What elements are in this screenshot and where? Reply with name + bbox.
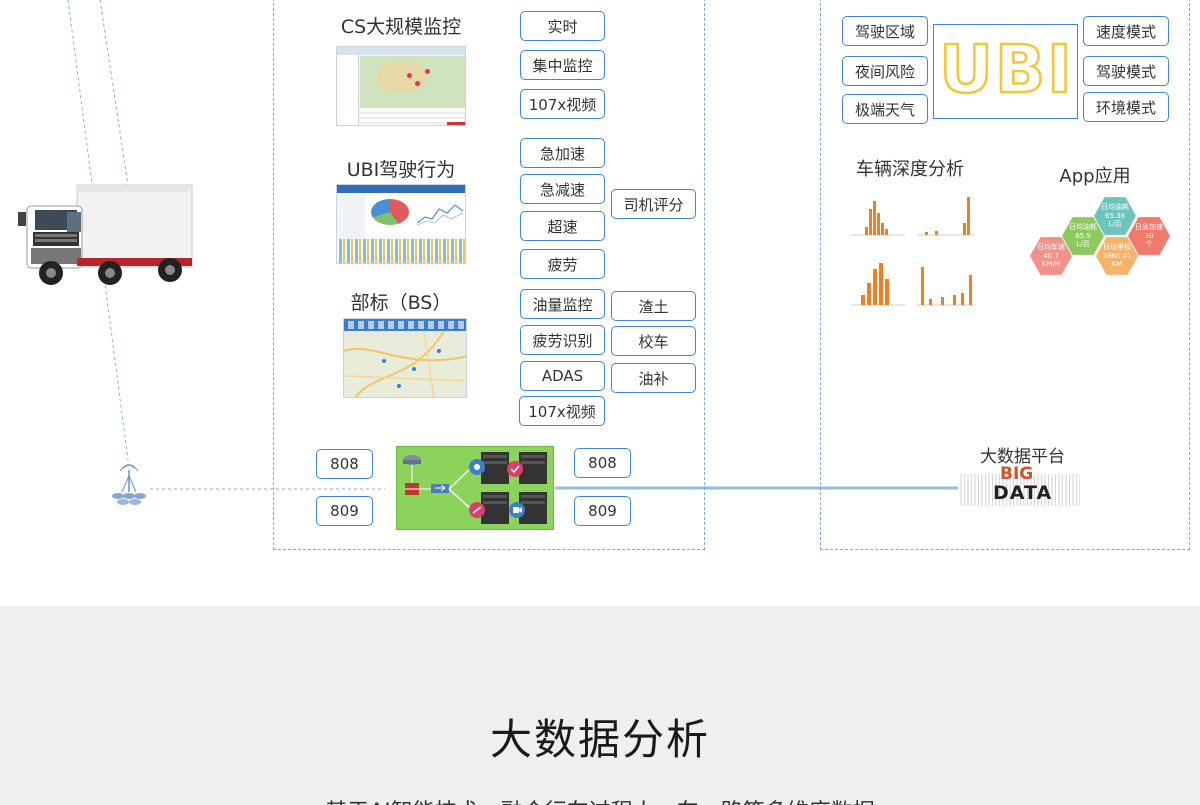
big-data-word-data: DATA bbox=[993, 482, 1053, 504]
big-data-word-big: BIG bbox=[1000, 464, 1034, 484]
cs-section-title: CS大规模监控 bbox=[340, 16, 462, 38]
tag-school-bus: 校车 bbox=[611, 326, 696, 356]
tag-environment-mode: 环境模式 bbox=[1083, 92, 1169, 122]
tag-video-bs: 107x视频 bbox=[519, 396, 605, 426]
bs-section-title: 部标（BS） bbox=[350, 292, 452, 314]
shield-icon bbox=[469, 502, 485, 518]
gear-icon bbox=[469, 459, 485, 475]
vehicle-analysis-charts bbox=[845, 183, 980, 323]
ubi-dashboard-screenshot bbox=[336, 184, 466, 264]
port-808-left: 808 bbox=[316, 449, 373, 479]
tag-extreme-weather: 极端天气 bbox=[842, 94, 928, 124]
tag-fuel-monitoring: 油量监控 bbox=[520, 289, 605, 319]
app-title: App应用 bbox=[1059, 166, 1131, 187]
ubi-box: UBI bbox=[933, 24, 1078, 119]
tag-fatigue: 疲劳 bbox=[520, 249, 605, 279]
big-data-logo: BIG DATA bbox=[960, 464, 1080, 514]
tag-hard-acceleration: 急加速 bbox=[520, 138, 605, 168]
port-808-right: 808 bbox=[574, 448, 631, 478]
tag-hard-braking: 急减速 bbox=[520, 174, 605, 204]
video-icon bbox=[509, 502, 525, 518]
tag-fuel-subsidy: 油补 bbox=[611, 363, 696, 393]
ubi-logo: UBI bbox=[938, 30, 1074, 110]
router-icon bbox=[403, 455, 421, 465]
tag-adas: ADAS bbox=[520, 361, 605, 391]
port-809-right: 809 bbox=[574, 496, 631, 526]
antenna-icon bbox=[108, 462, 150, 510]
tag-muck-truck: 渣土 bbox=[611, 291, 696, 321]
port-809-left: 809 bbox=[316, 496, 373, 526]
tag-speeding: 超速 bbox=[520, 211, 605, 241]
app-hex-cluster: 日均油耗 65.38 L/百 日急加速 30 个 日均油耗 65.9 L/百 日均车速 40.… bbox=[1030, 195, 1170, 305]
section-subtext: 基于AI智能技术，融合行车过程人、车、路等多维度数据 bbox=[0, 794, 1200, 805]
tag-driving-area: 驾驶区域 bbox=[842, 16, 928, 46]
section-heading: 大数据分析 bbox=[489, 715, 710, 764]
tag-central-monitoring: 集中监控 bbox=[520, 50, 605, 80]
ubi-section-title: UBI驾驶行为 bbox=[346, 159, 456, 181]
tag-driving-mode: 驾驶模式 bbox=[1083, 56, 1169, 86]
network-topology bbox=[396, 446, 554, 530]
tag-night-risk: 夜间风险 bbox=[842, 56, 928, 86]
shield-icon bbox=[507, 461, 523, 477]
bottom-section: 大数据分析 基于AI智能技术，融合行车过程人、车、路等多维度数据 bbox=[0, 606, 1200, 805]
cs-monitor-screenshot bbox=[336, 46, 466, 126]
switch-icon bbox=[431, 484, 449, 493]
tag-speed-mode: 速度模式 bbox=[1083, 16, 1169, 46]
vehicle-analysis-title: 车辆深度分析 bbox=[856, 159, 964, 180]
tag-video-cs: 107x视频 bbox=[520, 89, 605, 119]
truck-icon bbox=[15, 180, 195, 310]
tag-driver-score: 司机评分 bbox=[611, 189, 696, 219]
tag-fatigue-recognition: 疲劳识别 bbox=[520, 325, 605, 355]
bs-map-screenshot bbox=[343, 318, 467, 398]
tag-realtime: 实时 bbox=[520, 11, 605, 41]
firewall-icon bbox=[405, 483, 419, 495]
